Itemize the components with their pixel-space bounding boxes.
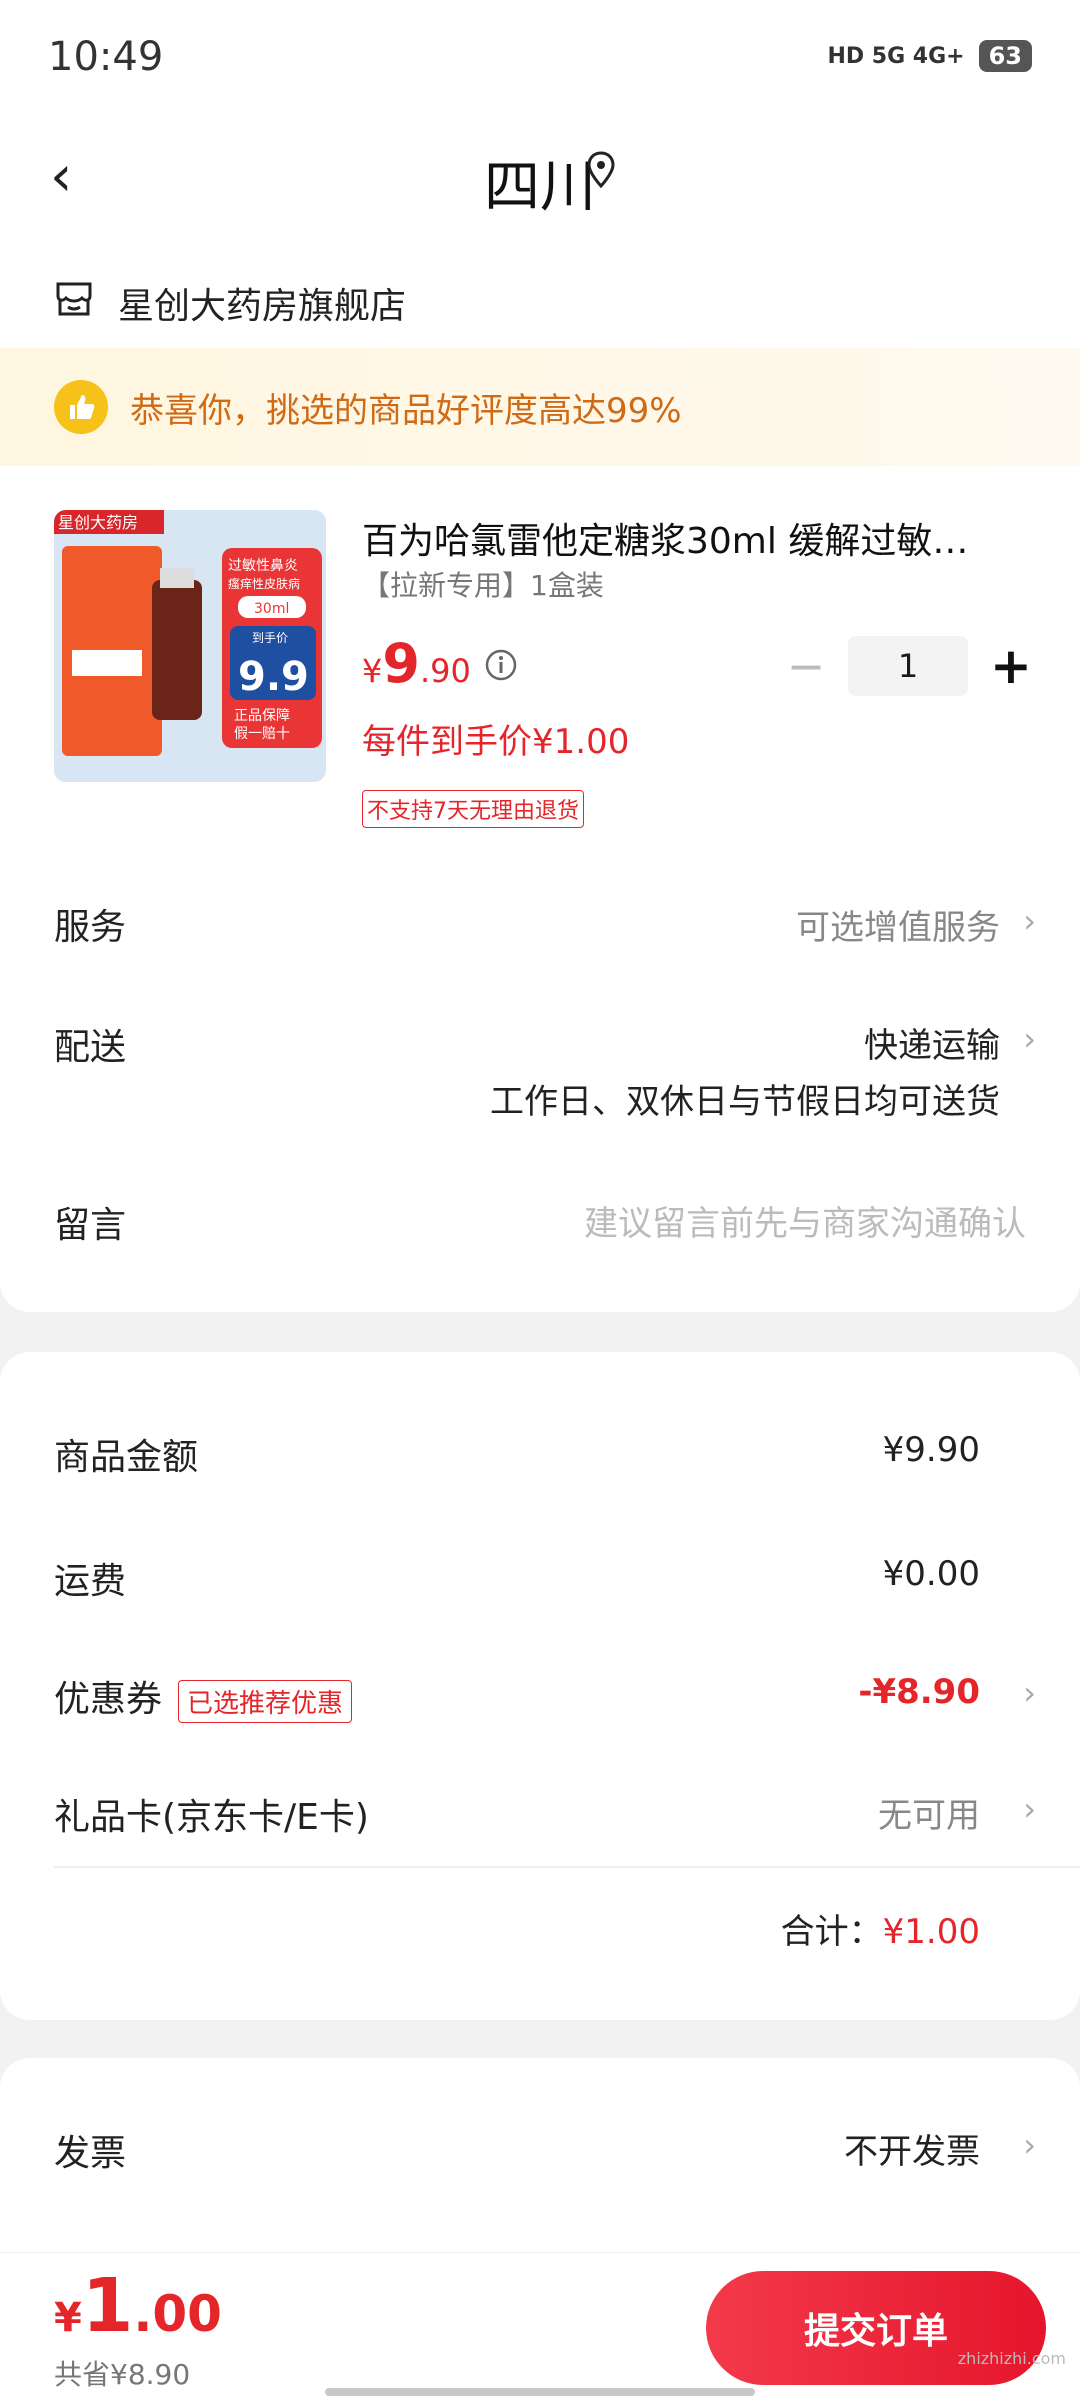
invoice-chevron-icon[interactable]: › (1023, 2126, 1036, 2164)
image-tag-4: 到手价 (252, 631, 288, 645)
image-tag-5: 9.9 (238, 654, 309, 700)
coupon-chevron-icon[interactable]: › (1023, 1674, 1036, 1712)
delivery-note: 工作日、双休日与节假日均可送货 (490, 1082, 1000, 1122)
message-label: 留言 (54, 1205, 127, 1246)
rating-banner-text: 恭喜你，挑选的商品好评度高达99% (130, 390, 682, 431)
goods-amount-value: ¥9.90 (882, 1430, 980, 1470)
bottom-total-price: ¥1.00 (54, 2263, 222, 2349)
delivery-label: 配送 (54, 1027, 127, 1068)
thumbs-up-icon (54, 380, 108, 434)
decrease-quantity-button[interactable]: − (786, 639, 826, 693)
location-pin-icon[interactable] (586, 150, 616, 194)
total-value: ¥1.00 (882, 1912, 980, 1952)
watermark-logo: zhizhizhi.com (957, 2349, 1066, 2368)
checkout-bar: ¥1.00 共省¥8.90 提交订单 zhizhizhi.com (0, 2252, 1080, 2400)
coupon-row[interactable]: 优惠券 已选推荐优惠 (54, 1670, 353, 1723)
product-name[interactable]: 百为哈氯雷他定糖浆30ml 缓解过敏… (362, 512, 1022, 564)
price-currency: ¥ (362, 652, 383, 690)
product-image[interactable]: 星创大药房 过敏性鼻炎 瘙痒性皮肤病 30ml 到手价 9.9 正品保障 假一赔… (54, 510, 326, 782)
gift-card-value[interactable]: 无可用 (878, 1788, 980, 1837)
product-price: ¥9.90 (362, 632, 471, 695)
image-tag-6: 正品保障 (234, 708, 290, 724)
store-icon (54, 280, 94, 327)
battery-icon: 63 (978, 40, 1032, 72)
total-label: 合计： (780, 1912, 883, 1952)
invoice-value[interactable]: 不开发票 (844, 2124, 980, 2173)
status-icons: HD 5G 4G+ 63 (827, 40, 1032, 72)
network-icon: HD 5G 4G+ (827, 43, 965, 69)
bottom-currency: ¥ (54, 2295, 82, 2341)
coupon-badge: 已选推荐优惠 (178, 1679, 353, 1723)
goods-amount-label: 商品金额 (54, 1437, 199, 1478)
image-tag-7: 假一赔十 (234, 726, 290, 742)
image-tag-2: 瘙痒性皮肤病 (228, 576, 300, 591)
message-input[interactable]: 建议留言前先与商家沟通确认 (584, 1196, 1026, 1245)
image-tag-3: 30ml (254, 601, 289, 617)
coupon-value[interactable]: -¥8.90 (858, 1672, 980, 1712)
page-title: 四川 (484, 155, 596, 220)
service-value[interactable]: 可选增值服务 (796, 900, 1000, 949)
order-item-card: 星创大药房旗舰店 恭喜你，挑选的商品好评度高达99% 星创大药房 过敏性鼻炎 瘙… (0, 238, 1080, 1312)
price-summary-card: 商品金额 ¥9.90 运费 ¥0.00 优惠券 已选推荐优惠 -¥8.90 › 礼… (0, 1352, 1080, 2020)
price-decimal: .90 (419, 652, 471, 690)
shipping-value: ¥0.00 (882, 1554, 980, 1594)
status-time: 10:49 (48, 34, 164, 80)
coupon-label: 优惠券 (54, 1679, 163, 1720)
increase-quantity-button[interactable]: + (990, 637, 1032, 695)
bottom-total-decimal: .00 (133, 2285, 222, 2343)
gift-card-label: 礼品卡(京东卡/E卡) (54, 1797, 369, 1838)
delivery-chevron-icon[interactable]: › (1023, 1020, 1036, 1058)
price-integer: 9 (382, 632, 420, 695)
delivery-value[interactable]: 快递运输 (864, 1018, 1000, 1067)
info-icon[interactable] (484, 648, 518, 686)
gift-card-chevron-icon[interactable]: › (1023, 1790, 1036, 1828)
rating-banner: 恭喜你，挑选的商品好评度高达99% (0, 348, 1080, 466)
store-name: 星创大药房旗舰店 (118, 286, 407, 327)
page-header: ‹ 四川 (0, 120, 1080, 240)
quantity-field[interactable]: 1 (848, 636, 968, 696)
invoice-label: 发票 (54, 2133, 127, 2174)
product-spec: 【拉新专用】1盒装 (362, 569, 604, 602)
total-row: 合计：¥1.00 (781, 1904, 980, 1953)
shipping-label: 运费 (54, 1561, 127, 1602)
bottom-total-integer: 1 (81, 2263, 134, 2349)
image-tag-1: 过敏性鼻炎 (228, 557, 298, 574)
return-policy-badge: 不支持7天无理由退货 (362, 790, 584, 828)
service-chevron-icon[interactable]: › (1023, 902, 1036, 940)
store-row[interactable]: 星创大药房旗舰店 (54, 258, 406, 348)
final-unit-price: 每件到手价¥1.00 (362, 722, 630, 762)
service-label: 服务 (54, 907, 127, 948)
home-indicator[interactable] (325, 2388, 755, 2396)
saved-amount: 共省¥8.90 (54, 2358, 191, 2391)
summary-divider (54, 1866, 1080, 1868)
image-brand: 星创大药房 (58, 513, 138, 532)
status-bar: 10:49 HD 5G 4G+ 63 (0, 0, 1080, 120)
quantity-stepper: − 1 + (786, 636, 1032, 696)
